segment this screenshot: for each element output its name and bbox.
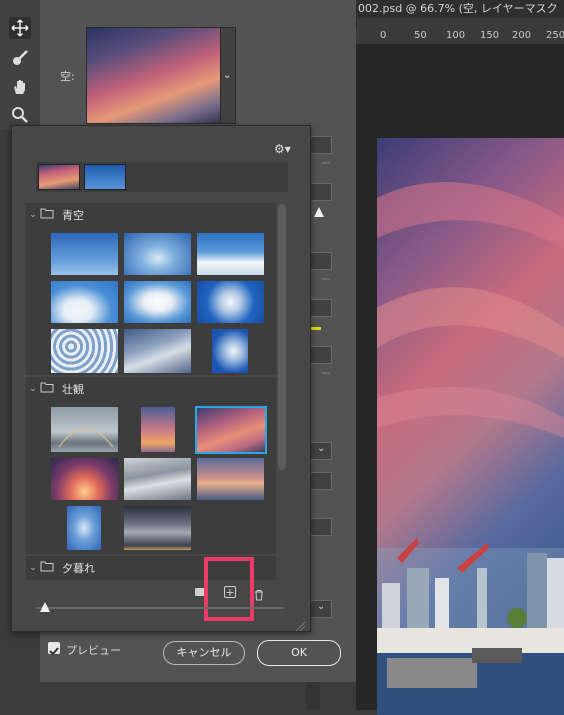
document-tab-title[interactable]: 002.psd @ 66.7% (空, レイヤーマスク	[356, 0, 564, 18]
horizontal-ruler: 0 50 100 150 200 250	[356, 29, 564, 45]
group-name: 壮観	[62, 383, 84, 396]
sky-thumbnail[interactable]	[212, 329, 248, 373]
chevron-down-icon: ⌄	[29, 210, 37, 220]
chevron-down-icon: ⌄	[29, 563, 37, 573]
sky-brush-tool-icon[interactable]	[9, 47, 31, 69]
preview-label: プレビュー	[66, 644, 121, 657]
sky-thumbnail[interactable]	[124, 458, 191, 500]
sky-thumbnail[interactable]	[67, 506, 101, 550]
ruler-label: 250	[546, 30, 564, 41]
cancel-button[interactable]: キャンセル	[163, 641, 245, 665]
ruler-label: 100	[446, 30, 466, 41]
setting-field[interactable]	[308, 346, 332, 364]
checkmark-icon	[49, 647, 59, 656]
gear-icon[interactable]: ⚙▾	[274, 142, 291, 156]
group-header-spectacular[interactable]: ⌄ 壮観	[26, 377, 276, 401]
sky-thumbnail[interactable]	[51, 458, 118, 500]
chevron-down-icon: ⌄	[223, 70, 232, 81]
recent-sky-thumbnail[interactable]	[84, 164, 126, 190]
slider-track	[322, 278, 330, 280]
sky-thumbnail[interactable]	[141, 407, 175, 452]
setting-field[interactable]	[308, 518, 332, 536]
slider-track	[322, 372, 330, 374]
scrollbar-thumb[interactable]	[278, 204, 286, 470]
hand-tool-icon[interactable]	[9, 76, 31, 98]
sky-dropdown-toggle[interactable]: ⌄	[220, 27, 236, 124]
setting-field[interactable]	[308, 252, 332, 270]
sky-thumbnail[interactable]	[197, 233, 264, 275]
chevron-down-icon: ⌄	[29, 384, 37, 394]
sky-thumbnail[interactable]	[51, 281, 118, 323]
sky-thumbnail[interactable]	[51, 233, 118, 275]
chevron-down-icon: ⌄	[317, 601, 326, 612]
preview-checkbox[interactable]	[48, 642, 60, 656]
ruler-label: 150	[480, 30, 500, 41]
sky-thumbnail-selected[interactable]	[195, 406, 267, 454]
sky-thumbnail[interactable]	[51, 329, 118, 373]
sky-thumbnail[interactable]	[124, 281, 191, 323]
resize-grip-icon[interactable]	[294, 617, 306, 632]
sky-label: 空:	[60, 70, 75, 83]
highlight-box	[204, 557, 254, 621]
folder-icon	[40, 208, 56, 222]
canvas-area[interactable]	[356, 45, 564, 715]
ruler-vertical	[306, 682, 320, 710]
group-name: 夕暮れ	[62, 562, 95, 575]
ruler-label: 50	[414, 30, 427, 41]
setting-field[interactable]	[308, 183, 332, 201]
sky-thumbnail[interactable]	[197, 458, 264, 500]
folder-icon	[40, 561, 56, 575]
folder-icon	[40, 382, 56, 396]
recent-sky-thumbnail[interactable]	[38, 164, 80, 190]
chevron-down-icon: ⌄	[317, 443, 326, 454]
slider-track	[322, 162, 330, 164]
setting-field[interactable]	[308, 136, 332, 154]
recent-skies-row	[36, 162, 288, 192]
ruler-label: 0	[380, 30, 387, 41]
sky-thumbnail[interactable]	[51, 407, 118, 452]
sky-thumbnail[interactable]	[124, 329, 191, 373]
group-header-blue-sky[interactable]: ⌄ 青空	[26, 203, 276, 227]
ok-button[interactable]: OK	[257, 640, 341, 666]
output-select[interactable]: ⌄	[308, 442, 332, 460]
selected-sky-preview[interactable]	[86, 27, 222, 124]
move-tool-icon[interactable]	[9, 17, 31, 39]
group-name: 青空	[62, 209, 84, 222]
sky-thumbnail[interactable]	[197, 281, 264, 323]
setting-field[interactable]	[308, 299, 332, 317]
sky-thumbnail[interactable]	[124, 506, 191, 550]
setting-field[interactable]	[308, 472, 332, 490]
output-to-select[interactable]: ⌄	[308, 600, 332, 618]
thumbnail-size-slider-track	[36, 607, 284, 609]
tools-panel	[0, 0, 41, 130]
document-image	[377, 138, 564, 715]
sky-thumbnail[interactable]	[124, 233, 191, 275]
trash-icon[interactable]	[254, 586, 264, 601]
ruler-label: 200	[512, 30, 532, 41]
zoom-tool-icon[interactable]	[9, 104, 31, 126]
